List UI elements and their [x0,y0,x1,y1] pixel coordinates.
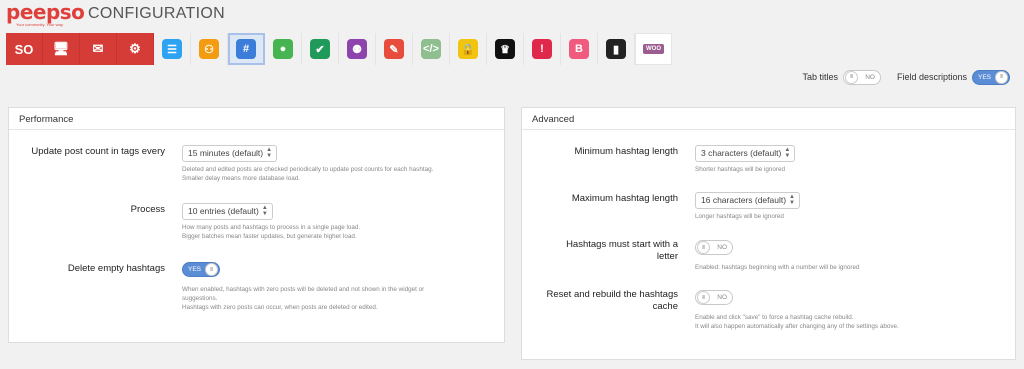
tab-emails[interactable]: ✉ [80,33,117,65]
tab-general[interactable]: SO [6,33,43,65]
min-length-label: Minimum hashtag length [574,146,679,157]
tab-badges[interactable]: ♛ [487,33,524,65]
max-length-help: Longer hashtags will be ignored [695,212,784,220]
woo-icon: WOO [643,44,664,54]
page-icon: ▮ [606,39,626,59]
toggle-knob: III [697,241,710,254]
select-arrows-icon: ▲ ▼ [261,205,268,217]
process-select[interactable]: 10 entries (default) ▲ ▼ [182,202,273,220]
peepso-logo[interactable]: peepso Your community. Your way. [6,0,85,28]
tab-hashtags[interactable]: # [228,33,265,65]
delete-empty-help: When enabled, hashtags with zero posts w… [182,286,425,311]
hashtag-icon: # [236,39,256,59]
tab-groups[interactable]: ⚇ [191,33,228,65]
toggle-knob: III [697,291,710,304]
toggle-knob: III [995,70,1008,84]
tab-titles-toggle[interactable]: III NO [842,69,881,85]
tab-advanced[interactable]: ⚙ [117,33,154,65]
tab-woocommerce[interactable]: WOO [635,33,672,65]
tab-photos[interactable]: ● [265,33,302,65]
crown-icon: ♛ [495,39,515,59]
toggle-state: YES [978,73,992,81]
select-arrows-icon: ▲ ▼ [784,147,791,159]
tab-messages[interactable]: ! [524,33,561,65]
must-start-letter-toggle[interactable]: III NO [695,240,733,255]
update-count-label: Update post count in tags every [31,146,165,157]
chat-bubble-icon: ☰ [162,39,182,59]
min-length-help: Shorter hashtags will be ignored [695,165,785,173]
advanced-panel: Advanced Minimum hashtag length 3 charac… [521,107,1016,360]
tab-blogposts[interactable]: B [561,33,598,65]
tab-embeds[interactable]: </> [413,33,450,65]
tab-friends[interactable]: ⚉ [339,33,376,65]
process-help: How many posts and hashtags to process i… [182,223,361,240]
checkbox-icon: ✔ [310,39,330,59]
group-icon: ⚇ [199,39,219,59]
tab-titles-label: Tab titles [802,72,838,82]
max-length-label: Maximum hashtag length [571,193,678,204]
camera-icon: ● [273,39,293,59]
select-value: 3 characters (default) [701,148,782,158]
performance-panel: Performance Update post count in tags ev… [8,107,505,343]
delete-empty-toggle[interactable]: YES III [182,262,220,277]
toggle-state: NO [717,244,727,251]
tab-editor[interactable]: ✎ [376,33,413,65]
rebuild-cache-help: Enable and click "save" to force a hasht… [695,314,899,330]
select-value: 10 entries (default) [188,206,259,216]
config-tabs: SO 🖥 ✉ ⚙ ☰ ⚇ # ● ✔ ⚉ ✎ </> 🔒 ♛! B ▮ WOO [6,33,672,65]
page-title: CONFIGURATION [88,5,225,22]
select-value: 16 characters (default) [701,195,787,205]
select-arrows-icon: ▲ ▼ [789,194,795,206]
rebuild-cache-toggle[interactable]: III NO [695,290,733,305]
pencil-icon: ✎ [384,39,404,59]
tab-privacy[interactable]: 🔒 [450,33,487,65]
toggle-knob: III [205,263,218,276]
field-descriptions-toggle[interactable]: YES III [972,69,1010,85]
so-badge: SO [14,41,34,57]
field-descriptions-label: Field descriptions [896,72,967,82]
select-value: 15 minutes (default) [188,148,264,158]
min-length-select[interactable]: 3 characters (default) ▲ ▼ [695,144,796,162]
envelope-gear-icon: ✉ [92,41,104,56]
toggle-state: NO [717,294,727,301]
process-label: Process [130,204,165,215]
blog-icon: B [569,39,589,59]
max-length-select[interactable]: 16 characters (default) ▲ ▼ [695,191,800,209]
monitor-icon: 🖥 [52,41,70,56]
code-icon: </> [421,39,441,59]
delete-empty-label: Delete empty hashtags [67,263,165,274]
performance-title: Performance [9,108,504,130]
toggle-state: YES [188,266,202,273]
tab-chat[interactable]: ☰ [154,33,191,65]
must-start-letter-label: Hashtags must start with a letter [566,239,678,262]
tab-pages[interactable]: ▮ [598,33,635,65]
gears-icon: ⚙ [129,41,141,56]
update-count-select[interactable]: 15 minutes (default) ▲ ▼ [182,144,278,162]
toggle-state: NO [865,73,875,81]
update-count-help: Deleted and edited posts are checked per… [182,165,434,182]
view-toggles: Tab titles III NO Field descriptions YES… [802,69,1010,85]
header: peepso Your community. Your way. CONFIGU… [0,0,1024,32]
select-arrows-icon: ▲ ▼ [266,147,273,159]
advanced-title: Advanced [522,108,1015,130]
tab-appearance[interactable]: 🖥 [43,33,80,65]
logo-wordmark: peepso [6,0,85,24]
must-start-letter-help: Enabled: hashtags beginning with a numbe… [695,264,860,271]
toggle-knob: III [844,70,858,84]
tab-polls[interactable]: ✔ [302,33,339,65]
rebuild-cache-label: Reset and rebuild the hashtags cache [546,289,678,312]
alert-chat-icon: ! [532,39,552,59]
users-icon: ⚉ [347,39,367,59]
lock-icon: 🔒 [458,39,478,59]
